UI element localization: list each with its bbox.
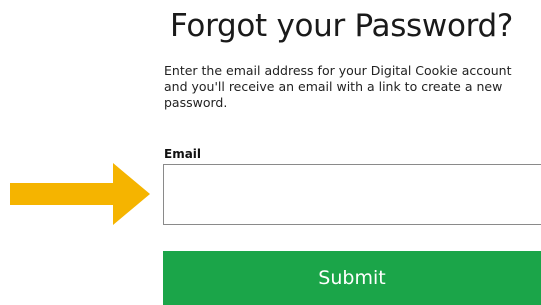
submit-button[interactable]: Submit <box>163 251 541 305</box>
email-field[interactable] <box>163 164 541 225</box>
arrow-right-icon-shape <box>10 163 150 225</box>
page-title: Forgot your Password? <box>170 8 514 44</box>
instructions-text: Enter the email address for your Digital… <box>164 63 512 110</box>
arrow-right-icon <box>10 163 150 225</box>
email-label: Email <box>164 147 202 161</box>
